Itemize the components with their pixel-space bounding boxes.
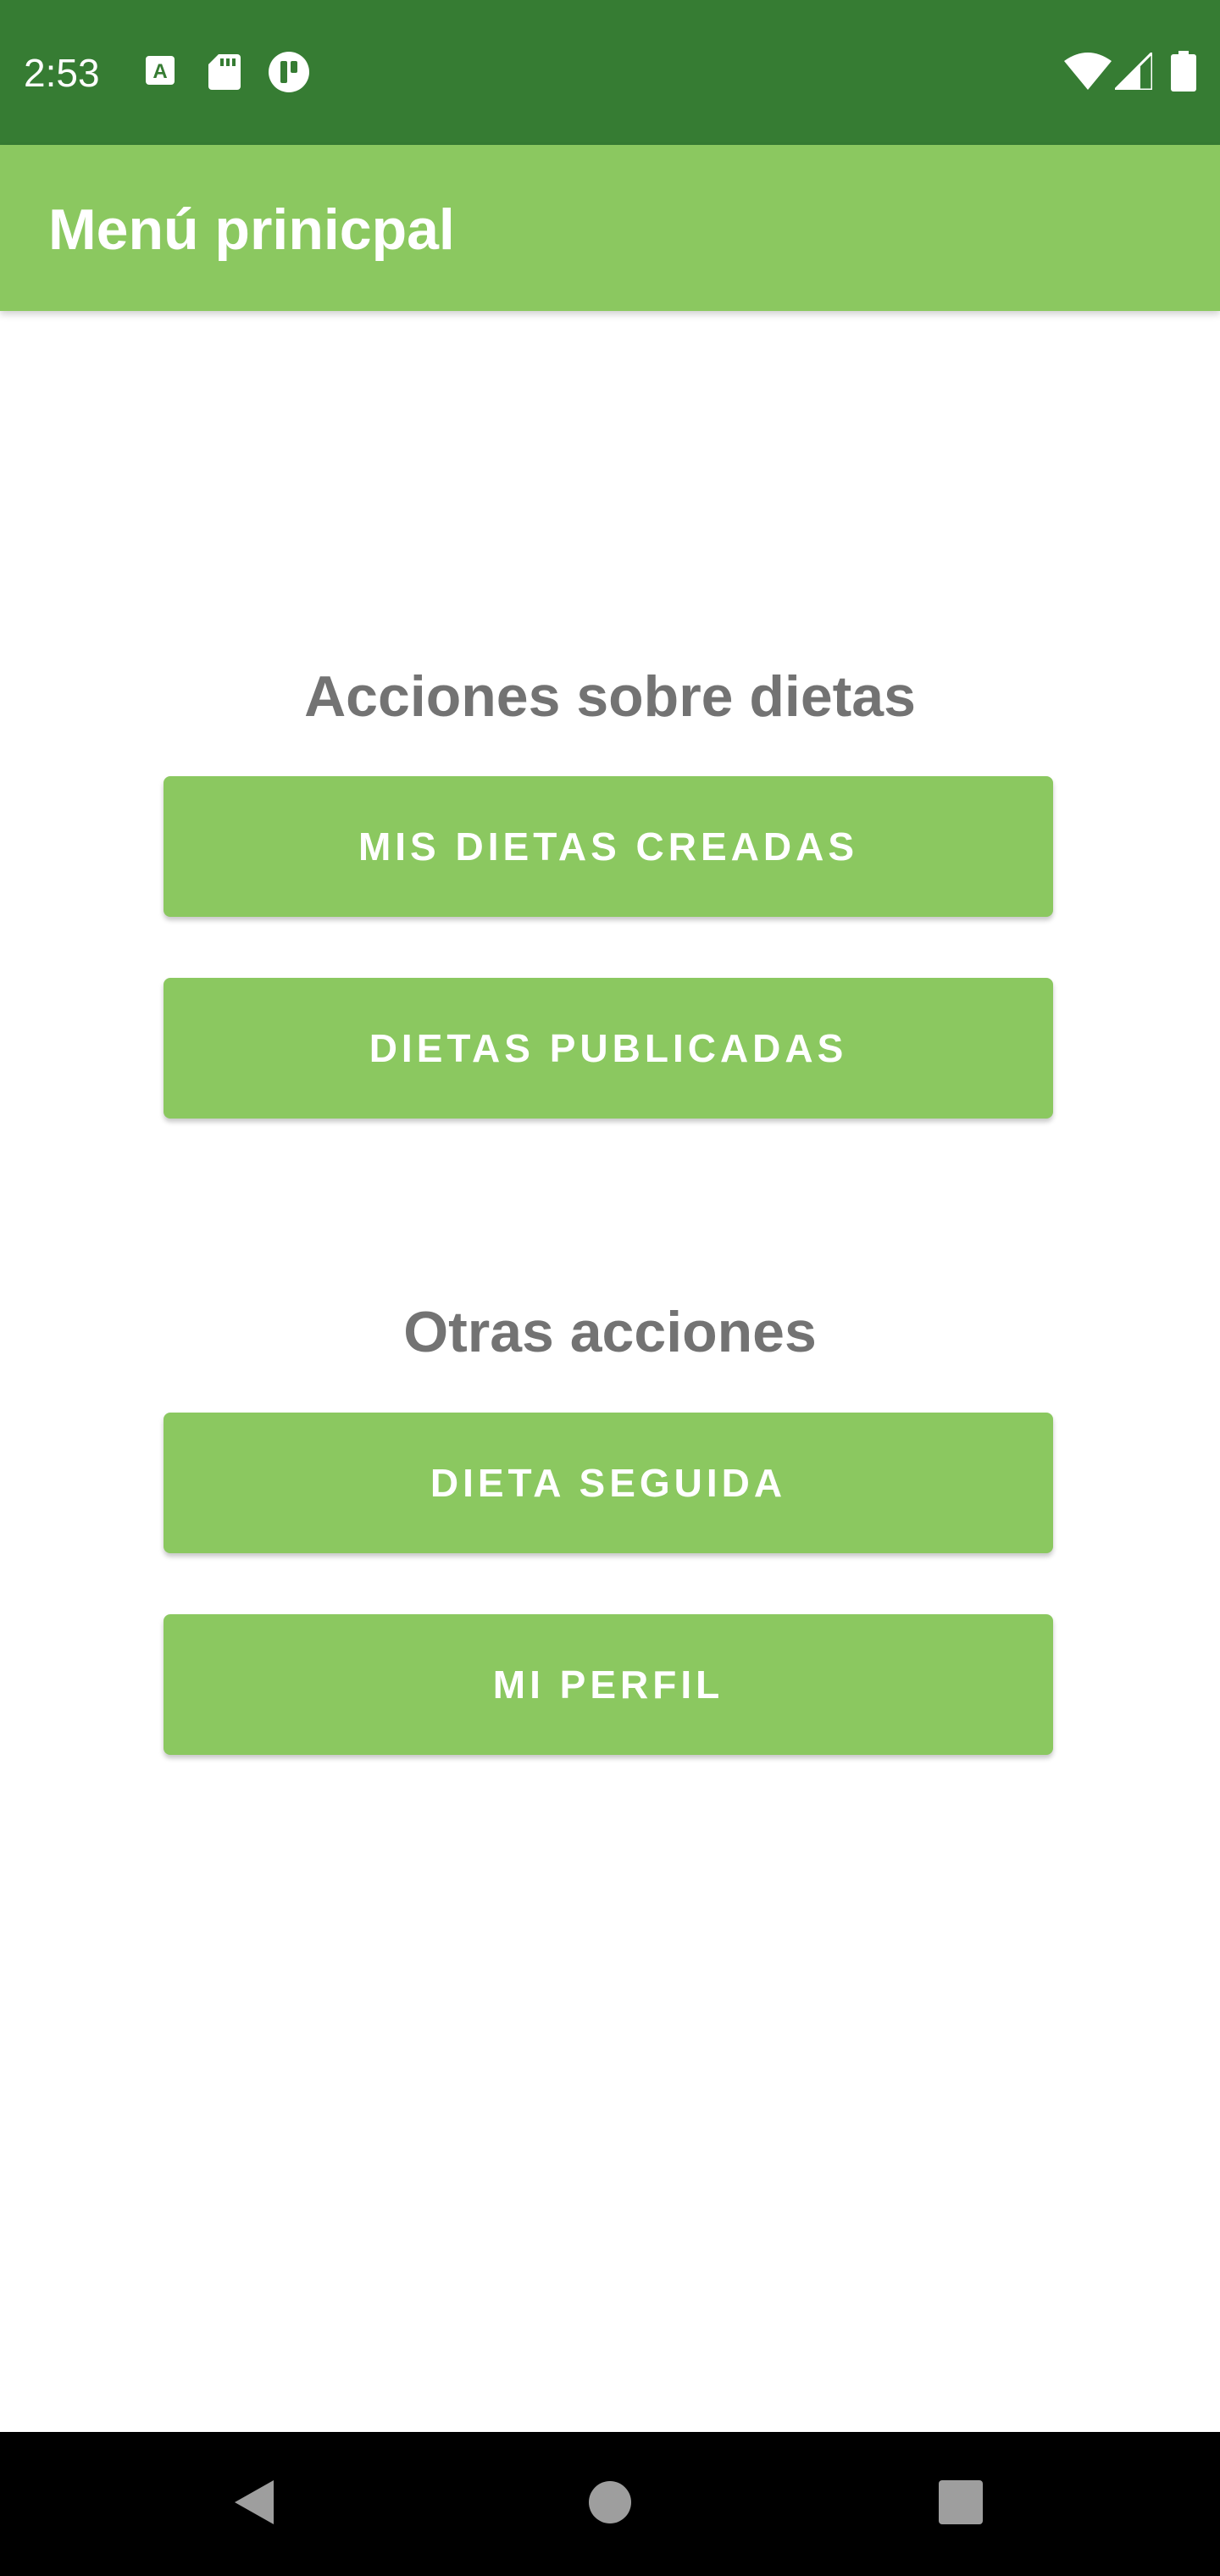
home-button[interactable]: [525, 2432, 695, 2576]
svg-text:A: A: [152, 60, 167, 83]
wifi-icon: [1064, 53, 1112, 94]
status-time: 2:53: [24, 51, 100, 95]
battery-icon: [1171, 51, 1196, 96]
app-notification-icon: [268, 51, 310, 97]
back-icon: [233, 2479, 275, 2530]
main-menu-screen: 2:53 A Menú prinicpal Acciones sobre die…: [0, 0, 1220, 2576]
back-button[interactable]: [169, 2432, 339, 2576]
sd-card-icon: [208, 54, 241, 94]
home-icon: [588, 2480, 632, 2529]
app-bar: Menú prinicpal: [0, 145, 1220, 311]
font-notification-icon: A: [144, 54, 176, 91]
my-created-diets-button[interactable]: MIS DIETAS CREADAS: [164, 776, 1053, 917]
status-bar: 2:53 A: [0, 0, 1220, 145]
published-diets-button[interactable]: DIETAS PUBLICADAS: [164, 978, 1053, 1119]
app-title: Menú prinicpal: [48, 197, 455, 262]
diets-section-heading: Acciones sobre dietas: [304, 664, 916, 729]
cellular-signal-icon: [1112, 49, 1154, 94]
my-profile-button[interactable]: MI PERFIL: [164, 1614, 1053, 1755]
recents-button[interactable]: [876, 2432, 1045, 2576]
other-actions-section-heading: Otras acciones: [403, 1300, 817, 1364]
navigation-bar: [0, 2432, 1220, 2576]
followed-diet-button[interactable]: DIETA SEGUIDA: [164, 1413, 1053, 1553]
recents-icon: [938, 2479, 984, 2529]
